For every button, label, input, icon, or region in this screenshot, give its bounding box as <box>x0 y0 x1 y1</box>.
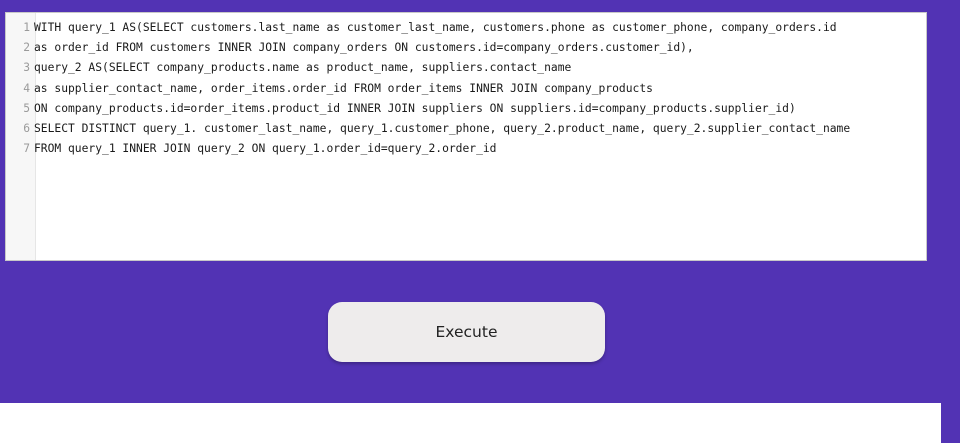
code-line[interactable]: 5 ON company_products.id=order_items.pro… <box>6 99 926 119</box>
line-number: 3 <box>23 61 30 75</box>
line-number: 6 <box>23 121 30 135</box>
code-line[interactable]: 3 query_2 AS(SELECT company_products.nam… <box>6 58 926 78</box>
line-number: 1 <box>23 21 30 34</box>
code-line[interactable]: 2 as order_id FROM customers INNER JOIN … <box>6 38 926 58</box>
line-number: 7 <box>23 142 30 156</box>
code-line[interactable]: 1 WITH query_1 AS(SELECT customers.last_… <box>6 18 926 38</box>
line-text[interactable]: WITH query_1 AS(SELECT customers.last_na… <box>30 18 837 38</box>
line-number: 2 <box>23 41 30 55</box>
code-line[interactable]: 7 FROM query_1 INNER JOIN query_2 ON que… <box>6 139 926 159</box>
code-lines[interactable]: 1 WITH query_1 AS(SELECT customers.last_… <box>6 18 926 159</box>
line-text[interactable]: as order_id FROM customers INNER JOIN co… <box>30 38 694 58</box>
line-text[interactable]: SELECT DISTINCT query_1. customer_last_n… <box>30 119 850 139</box>
execute-button[interactable]: Execute <box>328 302 605 362</box>
line-text[interactable]: ON company_products.id=order_items.produ… <box>30 99 796 119</box>
line-text[interactable]: as supplier_contact_name, order_items.or… <box>30 79 653 99</box>
code-line[interactable]: 6 SELECT DISTINCT query_1. customer_last… <box>6 119 926 139</box>
line-number: 4 <box>23 81 30 95</box>
line-text[interactable]: query_2 AS(SELECT company_products.name … <box>30 58 571 78</box>
result-panel <box>0 403 941 443</box>
line-text[interactable]: FROM query_1 INNER JOIN query_2 ON query… <box>30 139 497 159</box>
sql-editor[interactable]: 1 WITH query_1 AS(SELECT customers.last_… <box>5 12 927 261</box>
line-number: 5 <box>23 101 30 115</box>
code-line[interactable]: 4 as supplier_contact_name, order_items.… <box>6 79 926 99</box>
